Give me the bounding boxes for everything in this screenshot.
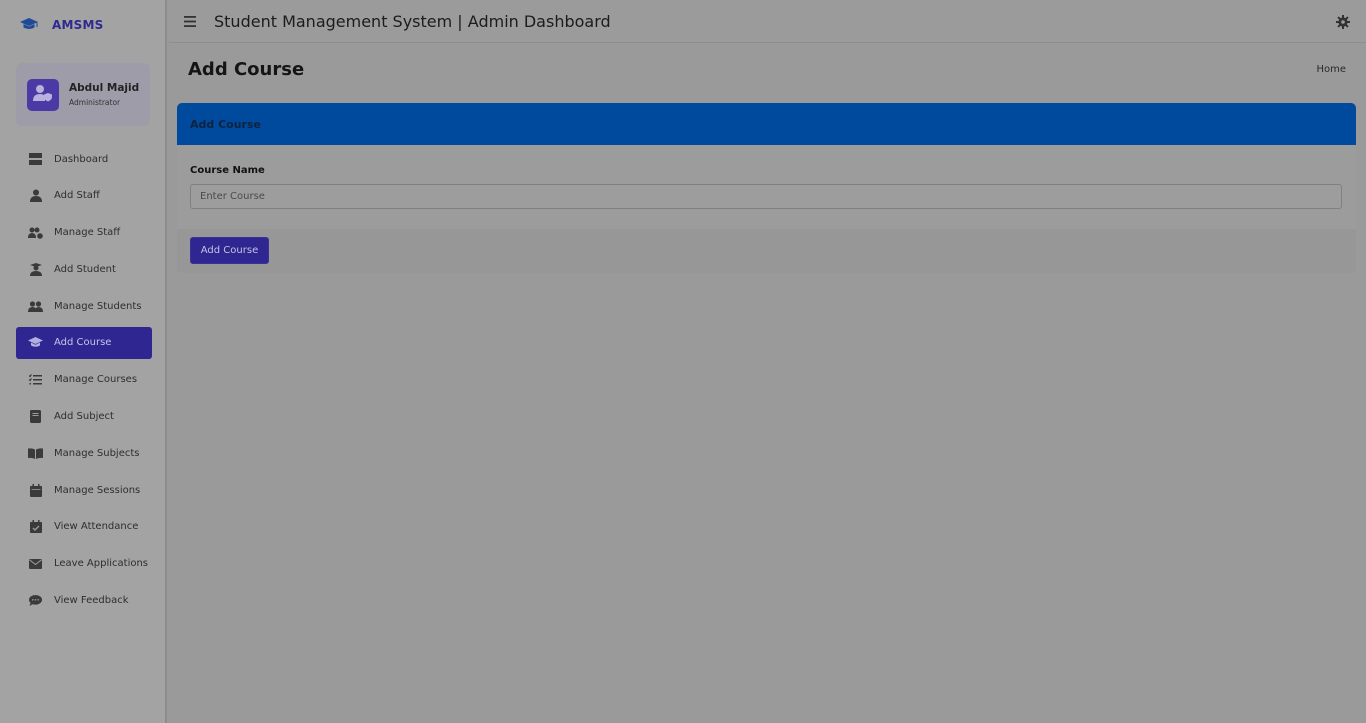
topbar: Student Management System | Admin Dashbo… <box>169 0 1366 43</box>
graduation-cap-icon <box>28 335 43 350</box>
calendar-check-icon <box>28 519 43 534</box>
user-tie-icon <box>28 188 43 203</box>
book-icon <box>28 409 43 424</box>
sidebar-item-view-feedback[interactable]: View Feedback <box>16 585 152 617</box>
sidebar-item-label: Manage Sessions <box>54 484 141 496</box>
sidebar-item-manage-courses[interactable]: Manage Courses <box>16 364 152 396</box>
book-open-icon <box>28 446 43 461</box>
sidebar-item-manage-subjects[interactable]: Manage Subjects <box>16 437 152 469</box>
envelope-icon <box>28 556 43 571</box>
comment-icon <box>28 593 43 608</box>
user-shield-icon <box>33 84 53 106</box>
card-title: Add Course <box>190 117 261 131</box>
sidebar-item-add-student[interactable]: Add Student <box>16 253 152 285</box>
brand-name: AMSMS <box>52 18 104 32</box>
sidebar-item-label: Add Staff <box>54 190 100 202</box>
card-footer: Add Course <box>177 229 1356 264</box>
sidebar-item-label: Manage Courses <box>54 374 138 386</box>
menu-toggle-icon[interactable] <box>183 14 197 28</box>
user-name: Abdul Majid <box>69 82 140 94</box>
avatar <box>27 78 59 111</box>
sidebar-item-label: Add Course <box>54 337 112 349</box>
graduation-cap-icon <box>19 16 39 35</box>
sidebar-item-label: Dashboard <box>54 153 109 165</box>
sidebar-item-label: Add Subject <box>54 411 114 423</box>
add-course-card: Add Course Course Name Add Course <box>177 103 1356 273</box>
sidebar-item-add-subject[interactable]: Add Subject <box>16 401 152 433</box>
add-course-button[interactable]: Add Course <box>190 237 269 264</box>
sidebar-item-dashboard[interactable]: Dashboard <box>16 143 152 175</box>
card-header: Add Course <box>177 103 1356 145</box>
dashboard-icon <box>28 152 43 167</box>
user-panel[interactable]: Abdul Majid Administrator <box>16 63 150 126</box>
course-name-label: Course Name <box>190 165 265 176</box>
sidebar-item-label: Manage Subjects <box>54 447 140 459</box>
sidebar-item-add-staff[interactable]: Add Staff <box>16 180 152 212</box>
user-role: Administrator <box>69 98 121 107</box>
sidebar-item-manage-staff[interactable]: Manage Staff <box>16 217 152 249</box>
sidebar-item-label: Add Student <box>54 263 116 275</box>
sidebar-item-add-course[interactable]: Add Course <box>16 326 152 359</box>
breadcrumb-home[interactable]: Home <box>1316 64 1346 75</box>
sidebar-item-label: View Feedback <box>54 595 129 607</box>
sidebar-item-label: Leave Applications <box>54 558 149 570</box>
list-check-icon <box>28 372 43 387</box>
sidebar-item-leave-applications[interactable]: Leave Applications <box>16 548 152 580</box>
users-cog-icon <box>28 225 43 240</box>
page-title: Add Course <box>188 59 305 80</box>
brand[interactable]: AMSMS <box>0 0 165 50</box>
gear-icon[interactable] <box>1336 14 1350 29</box>
sidebar-item-manage-students[interactable]: Manage Students <box>16 290 152 322</box>
sidebar-item-label: Manage Students <box>54 300 142 312</box>
users-icon <box>28 299 43 314</box>
sidebar-item-view-attendance[interactable]: View Attendance <box>16 511 152 543</box>
sidebar-nav: Dashboard Add Staff Manage Staff Add Stu… <box>16 143 152 621</box>
sidebar-item-manage-sessions[interactable]: Manage Sessions <box>16 474 152 506</box>
calendar-icon <box>28 483 43 498</box>
sidebar-item-label: Manage Staff <box>54 227 121 239</box>
card-body: Course Name <box>177 145 1356 229</box>
app-title: Student Management System | Admin Dashbo… <box>214 11 611 31</box>
user-graduate-icon <box>28 262 43 277</box>
sidebar: AMSMS Abdul Majid Administrator Dashboar… <box>0 0 167 723</box>
sidebar-item-label: View Attendance <box>54 521 139 533</box>
course-name-input[interactable] <box>190 184 1342 209</box>
